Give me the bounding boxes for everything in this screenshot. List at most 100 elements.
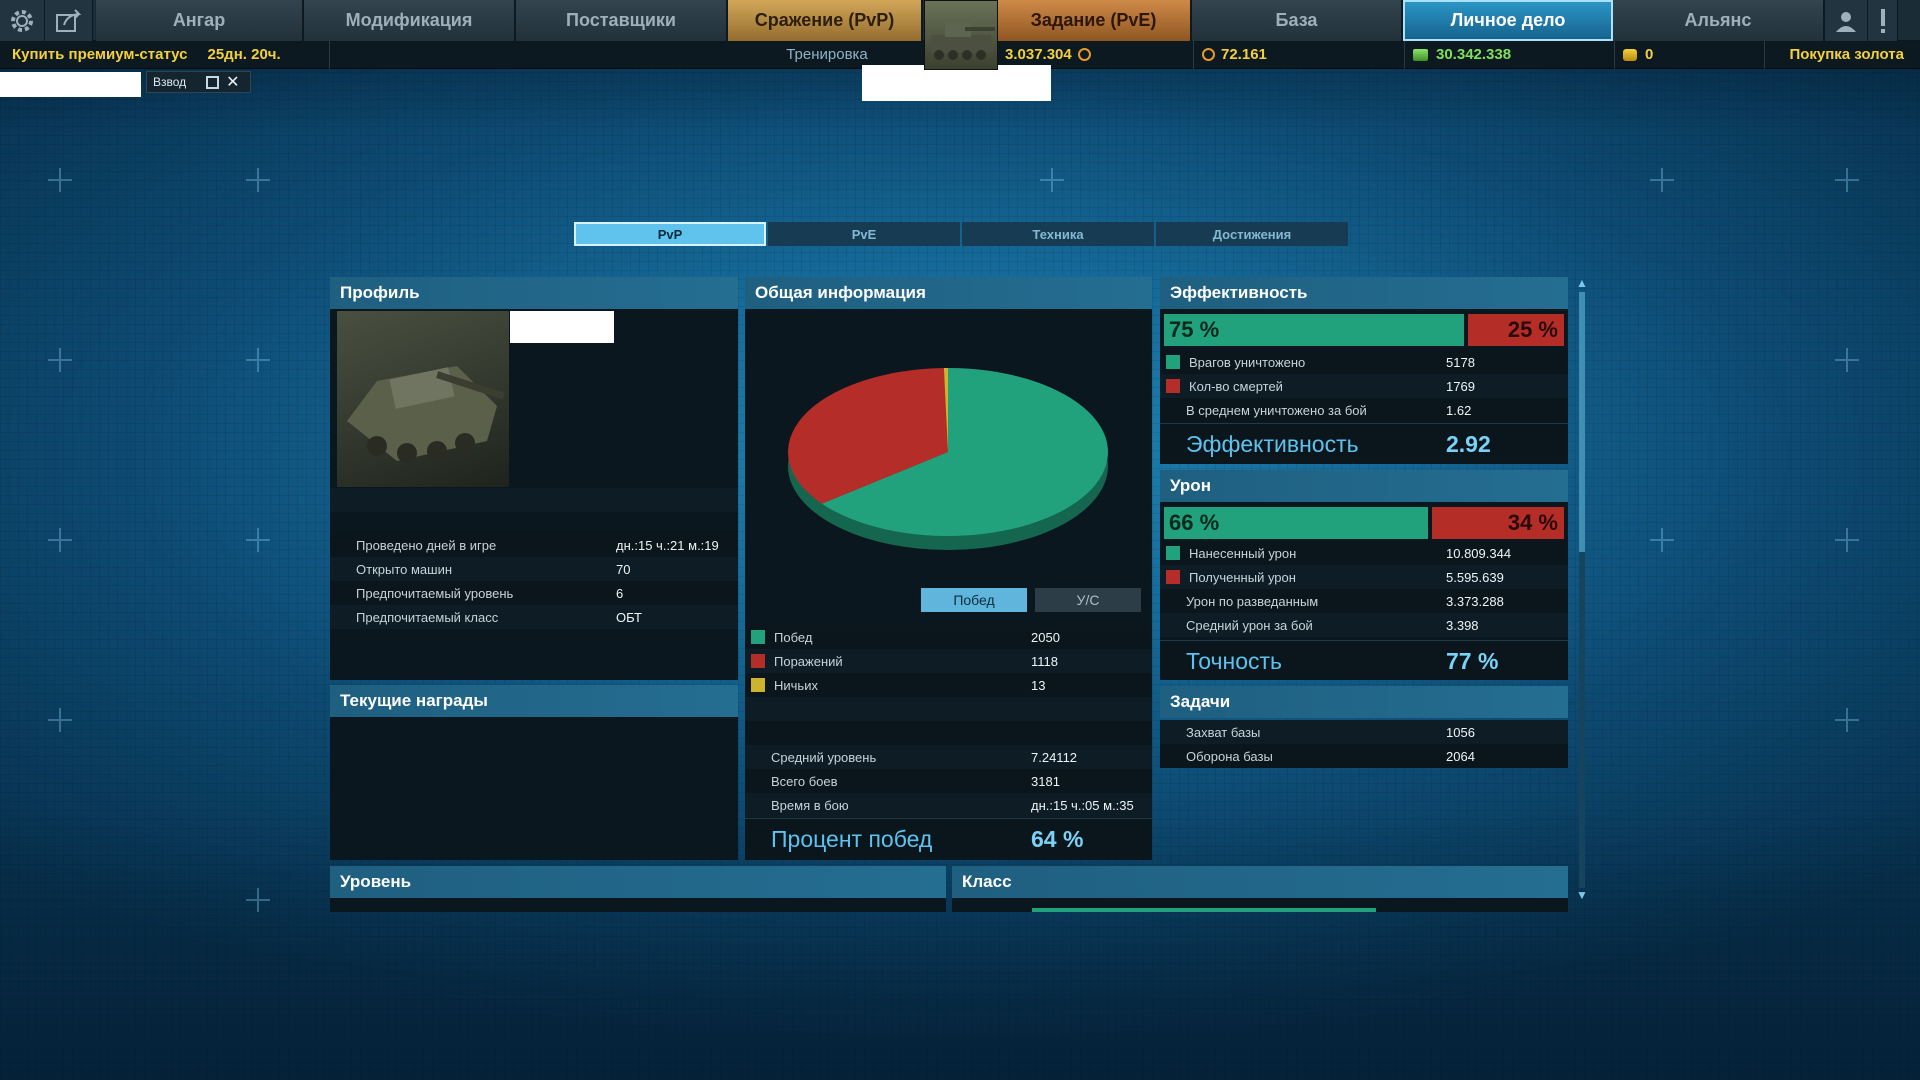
grid-cross-icon (48, 708, 72, 732)
profile-spacer-row (330, 488, 738, 512)
efficiency-bad-pct: 25 % (1464, 314, 1564, 346)
efficiency-value: 1.62 (1446, 402, 1472, 418)
legend-label-wrap: Побед (745, 625, 812, 649)
task-row: Оборона базы 2064 (1160, 744, 1568, 768)
tab-suppliers[interactable]: Поставщики (516, 0, 728, 41)
buy-gold-link[interactable]: Покупка золота (1765, 46, 1910, 63)
grid-cross-icon (48, 528, 72, 552)
premium-status-link[interactable]: Купить премиум-статус 25дн. 20ч. (0, 40, 330, 69)
legend-swatch (1166, 570, 1180, 584)
damage-label: Нанесенный урон (1189, 545, 1297, 561)
subtab-pve[interactable]: PvE (768, 222, 960, 246)
share-icon[interactable] (45, 0, 93, 41)
win-rate-row: Процент побед 64 % (745, 818, 1152, 858)
damage-row: Урон по разведанным 3.373.288 (1160, 589, 1568, 613)
close-icon[interactable]: ✕ (226, 72, 239, 92)
efficiency-label-wrap: Кол-во смертей (1160, 374, 1283, 398)
scroll-up-icon[interactable]: ▲ (1575, 276, 1589, 290)
legend-swatch (1166, 355, 1180, 369)
tab-mission-pve[interactable]: Задание (PvE) (997, 0, 1192, 41)
tab-hangar[interactable]: Ангар (96, 0, 304, 41)
damage-header: Урон (1160, 470, 1568, 502)
accuracy-row: Точность 77 % (1160, 640, 1568, 680)
kd-toggle-button[interactable]: У/С (1035, 588, 1141, 612)
settings-gear-icon[interactable] (0, 0, 45, 41)
efficiency-label: Кол-во смертей (1189, 378, 1283, 394)
stat-value: 7.24112 (1031, 749, 1078, 765)
efficiency-summary-label: Эффективность (1186, 430, 1359, 457)
legend-row: Поражений 1118 (745, 649, 1152, 673)
coin-icon (1077, 48, 1091, 61)
legend-swatch (751, 678, 765, 692)
grid-cross-icon (1835, 348, 1859, 372)
tank-image (337, 311, 509, 487)
grid-cross-icon (1650, 168, 1674, 192)
profile-row-value: ОБТ (616, 609, 642, 625)
wins-toggle-button[interactable]: Побед (921, 588, 1027, 612)
grid-cross-icon (1835, 708, 1859, 732)
damage-row: Полученный урон 5.595.639 (1160, 565, 1568, 589)
stat-row: Всего боев 3181 (745, 769, 1152, 793)
efficiency-value: 1769 (1446, 378, 1475, 394)
premium-label: Купить премиум-статус (12, 46, 188, 63)
profile-row-value: 70 (616, 561, 631, 577)
legend-label: Поражений (774, 653, 843, 669)
grid-cross-icon (1835, 168, 1859, 192)
tab-alliance[interactable]: Альянс (1613, 0, 1825, 41)
squad-label: Взвод (153, 75, 187, 89)
subtab-achievements[interactable]: Достижения (1156, 222, 1348, 246)
stat-row: Время в бою дн.:15 ч.:05 м.:35 (745, 793, 1152, 817)
scroll-down-icon[interactable]: ▼ (1575, 888, 1589, 902)
legend-swatch (1166, 546, 1180, 560)
subtab-pvp[interactable]: PvP (574, 222, 766, 246)
maximize-icon[interactable] (206, 75, 220, 89)
legend-row: Ничьих 13 (745, 673, 1152, 697)
efficiency-summary-row: Эффективность 2.92 (1160, 423, 1568, 463)
squad-widget[interactable]: Взвод ✕ (146, 71, 251, 93)
profile-row-value: дн.:15 ч.:21 м.:19 (616, 537, 719, 553)
current-tank-thumbnail[interactable] (924, 0, 998, 70)
legend-row: Побед 2050 (745, 625, 1152, 649)
stat-label: Всего боев (771, 773, 838, 789)
stats-scrollbar[interactable]: ▲ ▼ (1575, 276, 1589, 902)
legend-swatch (751, 654, 765, 668)
alert-icon[interactable] (1868, 0, 1898, 41)
efficiency-label: Врагов уничтожено (1189, 354, 1306, 370)
legend-swatch (751, 630, 765, 644)
rewards-header: Текущие награды (330, 685, 738, 717)
tab-personal-file[interactable]: Личное дело (1403, 0, 1613, 41)
legend-label-wrap: Ничьих (745, 673, 818, 697)
profile-row-label: Предпочитаемый класс (356, 609, 499, 625)
tab-modification[interactable]: Модификация (304, 0, 516, 41)
blank-row (745, 697, 1152, 721)
task-value: 1056 (1446, 724, 1475, 740)
damage-label: Полученный урон (1189, 569, 1296, 585)
profile-row: Предпочитаемый класс ОБТ (330, 605, 738, 629)
subtab-vehicles[interactable]: Техника (962, 222, 1154, 246)
stat-row: Средний уровень 7.24112 (745, 745, 1152, 769)
general-info-header: Общая информация (745, 277, 1152, 309)
accuracy-label: Точность (1186, 647, 1283, 674)
tab-base[interactable]: База (1192, 0, 1403, 41)
damage-label-wrap: Нанесенный урон (1160, 541, 1296, 565)
coin-icon (1202, 48, 1215, 61)
efficiency-row: Врагов уничтожено 5178 (1160, 350, 1568, 374)
tab-battle-pvp[interactable]: Сражение (PvP) (728, 0, 923, 41)
task-row: Захват базы 1056 (1160, 720, 1568, 744)
efficiency-row: В среднем уничтожено за бой 1.62 (1160, 398, 1568, 422)
class-bar (1032, 908, 1376, 912)
accuracy-value: 77 % (1446, 647, 1499, 674)
stats-subtabs: PvP PvE Техника Достижения (574, 222, 1350, 246)
gold-icon (1623, 48, 1637, 61)
task-label: Оборона базы (1186, 748, 1273, 764)
damage-value: 3.373.288 (1446, 593, 1504, 609)
grid-cross-icon (1835, 528, 1859, 552)
task-value: 2064 (1446, 748, 1475, 764)
user-icon[interactable] (1825, 0, 1868, 41)
efficiency-value: 5178 (1446, 354, 1475, 370)
damage-row: Средний урон за бой 3.398 (1160, 613, 1568, 637)
scroll-thumb[interactable] (1579, 292, 1585, 552)
profile-row: Открыто машин 70 (330, 557, 738, 581)
efficiency-header: Эффективность (1160, 277, 1568, 309)
legend-label: Побед (774, 629, 813, 645)
